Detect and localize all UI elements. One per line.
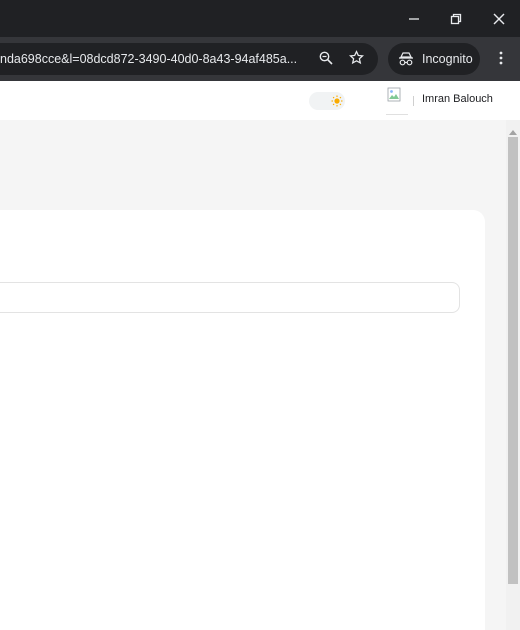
user-name[interactable]: Imran Balouch	[422, 93, 493, 105]
restore-icon	[450, 13, 462, 25]
sun-icon	[331, 95, 343, 107]
zoom-button[interactable]	[316, 49, 336, 69]
browser-titlebar	[0, 0, 520, 37]
address-bar[interactable]: nda698cce&l=08dcd872-3490-40d0-8a43-94af…	[0, 43, 378, 75]
header-divider	[413, 96, 414, 106]
close-window-button[interactable]	[478, 0, 520, 37]
arrow-up-icon	[509, 120, 517, 139]
address-bar-url[interactable]: nda698cce&l=08dcd872-3490-40d0-8a43-94af…	[0, 43, 306, 75]
zoom-icon	[319, 50, 333, 69]
close-icon	[493, 13, 505, 25]
restore-button[interactable]	[435, 0, 477, 37]
minimize-icon	[408, 13, 420, 25]
scroll-up-button[interactable]	[506, 124, 520, 135]
minimize-button[interactable]	[393, 0, 435, 37]
bookmark-button[interactable]	[346, 49, 366, 69]
incognito-label: Incognito	[422, 52, 473, 66]
scrollbar-thumb[interactable]	[508, 137, 518, 584]
theme-toggle[interactable]	[309, 92, 345, 110]
avatar[interactable]	[386, 87, 408, 115]
incognito-icon	[398, 50, 416, 68]
kebab-menu-icon	[499, 50, 503, 69]
page-scrollbar[interactable]	[506, 120, 520, 630]
main-content	[0, 120, 506, 630]
star-icon	[348, 49, 364, 69]
browser-toolbar: nda698cce&l=08dcd872-3490-40d0-8a43-94af…	[0, 37, 520, 81]
browser-menu-button[interactable]	[490, 43, 512, 75]
text-input-field[interactable]	[0, 282, 460, 313]
incognito-badge[interactable]: Incognito	[388, 43, 480, 75]
content-card	[0, 210, 485, 630]
broken-image-icon	[386, 87, 408, 119]
app-header: Imran Balouch	[0, 81, 520, 120]
